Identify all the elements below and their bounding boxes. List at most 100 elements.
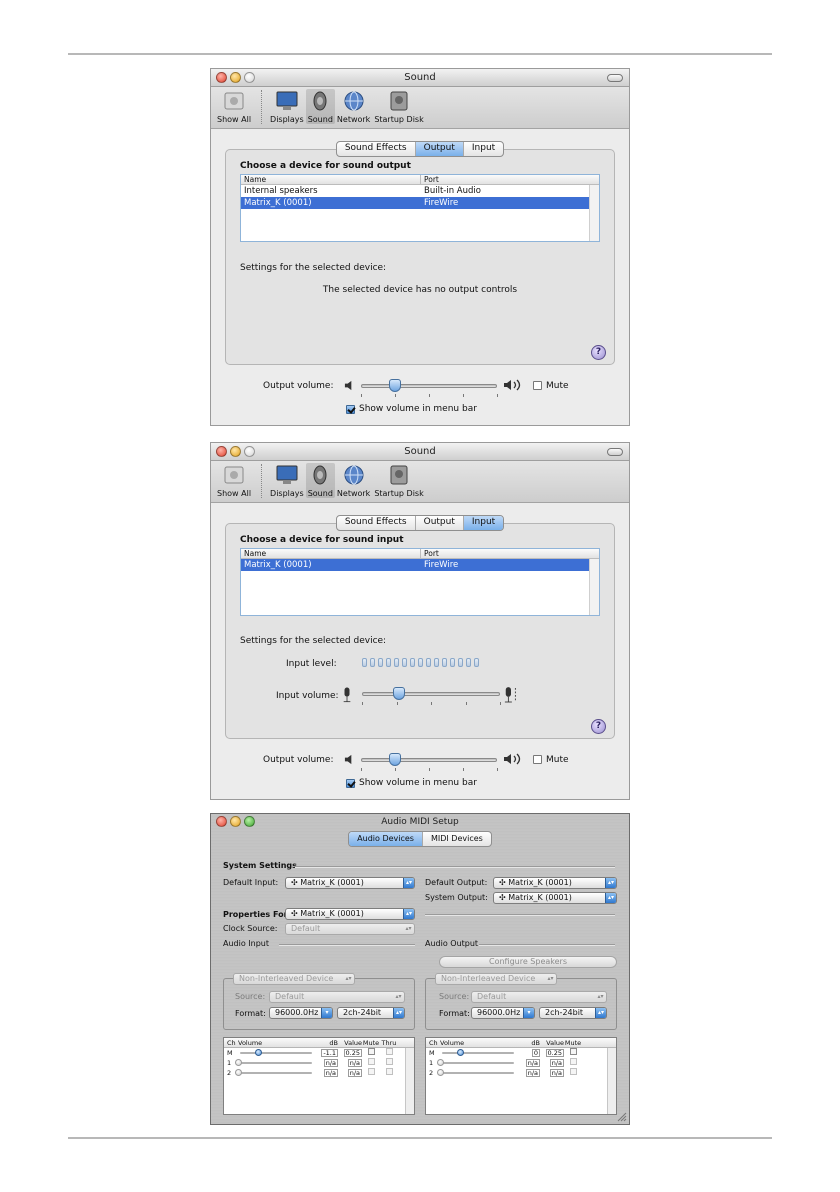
vertical-scrollbar[interactable] — [589, 185, 599, 241]
channel-volume-slider[interactable] — [437, 1068, 518, 1078]
table-row-selected[interactable]: Matrix_K (0001) FireWire — [241, 559, 589, 571]
output-source-popup[interactable]: Default ▴▾ — [471, 991, 607, 1003]
db-field[interactable]: -1.1 — [321, 1049, 338, 1057]
output-format-bits-popup[interactable]: 2ch-24bit ▴▾ — [539, 1007, 607, 1019]
column-header-port[interactable]: Port — [421, 175, 439, 184]
minimize-button[interactable] — [230, 446, 241, 457]
input-format-rate-popup[interactable]: 96000.0Hz ▾ — [269, 1007, 333, 1019]
toolbar-displays[interactable]: Displays — [268, 89, 306, 124]
help-button[interactable]: ? — [591, 345, 606, 360]
toolbar-network[interactable]: Network — [335, 463, 372, 498]
table-row[interactable]: Internal speakers Built-in Audio — [241, 185, 589, 197]
tab-input[interactable]: Input — [462, 516, 504, 530]
minimize-button[interactable] — [230, 72, 241, 83]
tab-input[interactable]: Input — [462, 142, 503, 156]
input-non-interleaved-popup[interactable]: Non-Interleaved Device ▴▾ — [233, 973, 355, 985]
vertical-scrollbar[interactable] — [405, 1048, 414, 1114]
tab-sound-effects[interactable]: Sound Effects — [337, 516, 415, 530]
resize-grip-icon[interactable] — [617, 1112, 627, 1122]
titlebar[interactable]: Audio MIDI Setup — [211, 814, 629, 830]
toolbar-sound[interactable]: Sound — [305, 89, 335, 124]
mute-checkbox[interactable] — [569, 1058, 577, 1065]
default-input-popup[interactable]: ✣ Matrix_K (0001) ▴▾ — [285, 877, 415, 889]
toolbar-network[interactable]: Network — [335, 89, 372, 124]
mute-checkbox[interactable] — [367, 1048, 375, 1055]
db-field[interactable]: n/a — [525, 1069, 540, 1077]
clock-source-popup[interactable]: Default ▴▾ — [285, 923, 415, 935]
channel-volume-slider[interactable] — [235, 1068, 316, 1078]
thru-checkbox[interactable] — [385, 1048, 393, 1055]
mute-checkbox[interactable] — [533, 755, 542, 764]
tab-output[interactable]: Output — [414, 516, 463, 530]
toolbar-toggle-button[interactable] — [607, 74, 623, 82]
toolbar-startup-disk[interactable]: Startup Disk — [372, 463, 425, 498]
db-field[interactable]: 0 — [531, 1049, 540, 1057]
system-output-popup[interactable]: ✣ Matrix_K (0001) ▴▾ — [493, 892, 617, 904]
toolbar-displays[interactable]: Displays — [268, 463, 306, 498]
vertical-scrollbar[interactable] — [589, 559, 599, 615]
toolbar-sound[interactable]: Sound — [305, 463, 335, 498]
show-volume-checkbox[interactable] — [346, 405, 355, 414]
channel-volume-knob[interactable] — [456, 1049, 464, 1056]
configure-speakers-button[interactable]: Configure Speakers — [439, 956, 617, 968]
channel-volume-knob[interactable] — [437, 1059, 444, 1066]
tab-midi-devices[interactable]: MIDI Devices — [421, 832, 491, 846]
db-field[interactable]: n/a — [525, 1059, 540, 1067]
tab-audio-devices[interactable]: Audio Devices — [349, 832, 422, 846]
mute-checkbox[interactable] — [569, 1048, 577, 1055]
mute-checkbox[interactable] — [367, 1068, 375, 1075]
column-header-name[interactable]: Name — [241, 175, 421, 184]
table-row-selected[interactable]: Matrix_K (0001) FireWire — [241, 197, 589, 209]
channel-volume-slider[interactable] — [238, 1048, 316, 1058]
titlebar[interactable]: Sound — [211, 69, 629, 87]
tab-output[interactable]: Output — [414, 142, 463, 156]
close-button[interactable] — [216, 816, 227, 827]
value-field[interactable]: n/a — [347, 1059, 362, 1067]
channel-volume-slider[interactable] — [440, 1048, 518, 1058]
column-header-port[interactable]: Port — [421, 549, 439, 558]
properties-for-popup[interactable]: ✣ Matrix_K (0001) ▴▾ — [285, 908, 415, 920]
input-volume-slider[interactable] — [362, 687, 501, 705]
titlebar[interactable]: Sound — [211, 443, 629, 461]
value-field[interactable]: n/a — [549, 1069, 564, 1077]
output-volume-slider[interactable] — [361, 379, 498, 397]
mute-checkbox[interactable] — [533, 381, 542, 390]
value-field[interactable]: 0.25 — [545, 1049, 564, 1057]
output-non-interleaved-popup[interactable]: Non-Interleaved Device ▴▾ — [435, 973, 557, 985]
toolbar-show-all[interactable]: Show All — [215, 463, 253, 498]
input-volume-knob[interactable] — [393, 687, 406, 700]
close-button[interactable] — [216, 446, 227, 457]
mute-checkbox[interactable] — [367, 1058, 375, 1065]
channel-volume-slider[interactable] — [235, 1058, 316, 1068]
zoom-button[interactable] — [244, 816, 255, 827]
minimize-button[interactable] — [230, 816, 241, 827]
channel-volume-slider[interactable] — [437, 1058, 518, 1068]
input-source-popup[interactable]: Default ▴▾ — [269, 991, 405, 1003]
thru-checkbox[interactable] — [385, 1068, 393, 1075]
db-field[interactable]: n/a — [323, 1059, 338, 1067]
output-volume-knob[interactable] — [389, 753, 401, 766]
vertical-scrollbar[interactable] — [607, 1048, 616, 1114]
default-output-popup[interactable]: ✣ Matrix_K (0001) ▴▾ — [493, 877, 617, 889]
zoom-button[interactable] — [244, 72, 255, 83]
toolbar-toggle-button[interactable] — [607, 448, 623, 456]
help-button[interactable]: ? — [591, 719, 606, 734]
zoom-button[interactable] — [244, 446, 255, 457]
mute-checkbox[interactable] — [569, 1068, 577, 1075]
thru-checkbox[interactable] — [385, 1058, 393, 1065]
value-field[interactable]: n/a — [347, 1069, 362, 1077]
channel-volume-knob[interactable] — [437, 1069, 444, 1076]
channel-volume-knob[interactable] — [235, 1069, 242, 1076]
toolbar-startup-disk[interactable]: Startup Disk — [372, 89, 425, 124]
close-button[interactable] — [216, 72, 227, 83]
column-header-name[interactable]: Name — [241, 549, 421, 558]
tab-sound-effects[interactable]: Sound Effects — [337, 142, 415, 156]
input-format-bits-popup[interactable]: 2ch-24bit ▴▾ — [337, 1007, 405, 1019]
output-volume-slider[interactable] — [361, 753, 498, 771]
channel-volume-knob[interactable] — [235, 1059, 242, 1066]
output-volume-knob[interactable] — [389, 379, 401, 392]
toolbar-show-all[interactable]: Show All — [215, 89, 253, 124]
value-field[interactable]: n/a — [549, 1059, 564, 1067]
output-format-rate-popup[interactable]: 96000.0Hz ▾ — [471, 1007, 535, 1019]
value-field[interactable]: 0.25 — [343, 1049, 362, 1057]
